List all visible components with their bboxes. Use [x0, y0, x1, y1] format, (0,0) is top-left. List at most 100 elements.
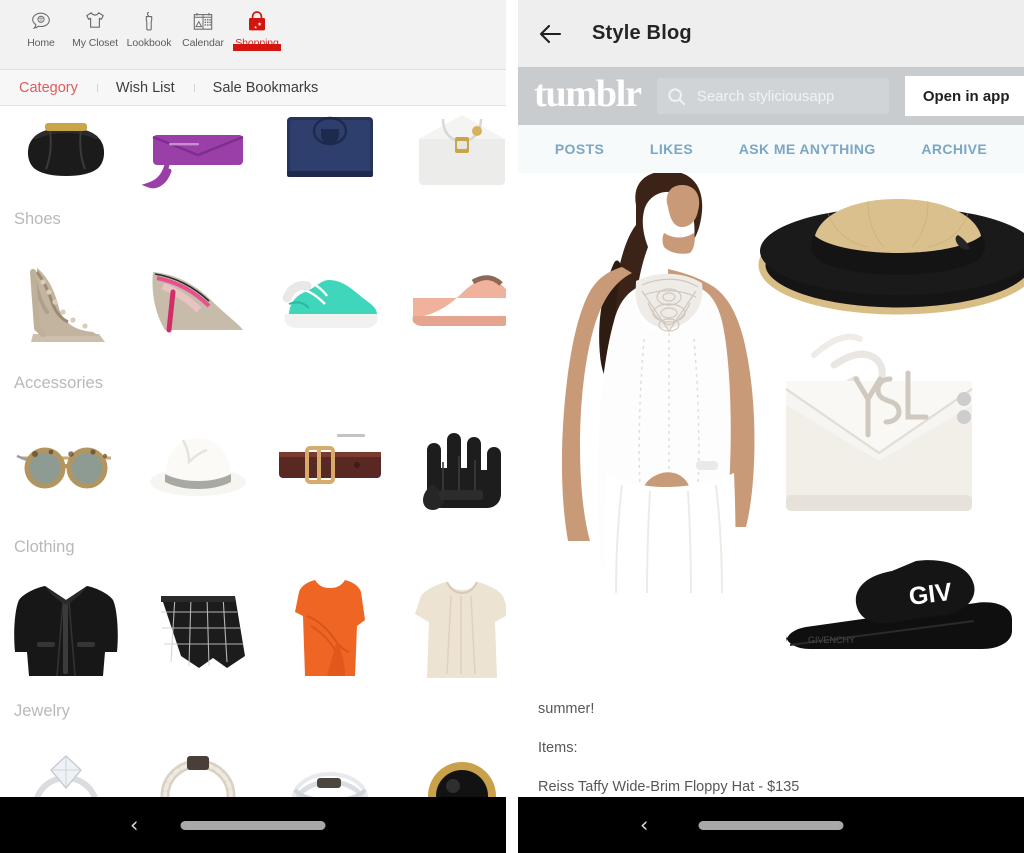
tumblr-logo[interactable]: tumblr [528, 75, 649, 117]
system-navigation-bar: ‹ [0, 797, 506, 853]
tab-wish-list[interactable]: Wish List [96, 80, 194, 96]
catalog-section-bags [0, 106, 506, 202]
home-cloud-icon [32, 12, 50, 29]
catalog-item-crystal-bangle-bracelet[interactable] [132, 730, 264, 797]
black-leather-gloves [423, 433, 501, 510]
system-back-button[interactable]: ‹ [640, 814, 648, 836]
catalog-item-glitter-strappy-heel[interactable] [0, 238, 132, 364]
catalog-item-black-gold-cocktail-ring[interactable] [396, 730, 506, 797]
tab-ask-me-anything[interactable]: ASK ME ANYTHING [739, 141, 876, 157]
system-home-indicator[interactable] [698, 820, 844, 830]
catalog-section-clothing: Clothing [0, 530, 506, 694]
white-panama-hat [150, 438, 246, 496]
catalog-section-title: Clothing [14, 538, 75, 556]
catalog-row [0, 564, 506, 694]
tab-likes[interactable]: LIKES [650, 141, 693, 157]
catalog-item-pave-stacked-ring[interactable] [264, 730, 396, 797]
catalog-item-blush-dorsay-flat[interactable] [396, 238, 506, 364]
nav-label: Home [27, 37, 55, 49]
white-satchel-bag [419, 115, 505, 185]
nav-label: Lookbook [126, 37, 172, 49]
tshirt-icon [86, 12, 104, 28]
catalog-scroll-area[interactable]: Shoes Accessories Clothing Jewelry [0, 106, 506, 797]
collage-canvas: GIV E GIVENCHY [518, 173, 1024, 693]
app-top-navigation: Home My Closet Lookbook Calendar [0, 0, 506, 70]
catalog-item-black-windowpane-skort[interactable] [132, 566, 264, 692]
catalog-row [0, 728, 506, 797]
tortoise-sunglasses [16, 447, 111, 489]
pave-stacked-ring [292, 772, 368, 797]
catalog-item-pink-pointed-pump[interactable] [132, 238, 264, 364]
catalog-tab-bar: Category Wish List Sale Bookmarks [0, 70, 506, 106]
left-phone-screen: Home My Closet Lookbook Calendar Categor… [0, 0, 506, 853]
nav-label: My Closet [72, 37, 118, 49]
blog-app-bar: Style Blog [518, 0, 1024, 67]
catalog-item-black-leather-biker-jacket[interactable] [0, 566, 132, 692]
glitter-strappy-heel [30, 268, 105, 342]
catalog-item-orange-ruched-dress[interactable] [264, 566, 396, 692]
catalog-item-black-hobo-handbag[interactable] [0, 106, 132, 202]
system-home-indicator[interactable] [180, 820, 326, 830]
mint-canvas-sneaker [282, 280, 378, 328]
right-phone-screen: Style Blog tumblr Search styliciousapp O… [518, 0, 1024, 853]
shopping-bag-icon [249, 11, 265, 31]
calendar-icon [193, 12, 213, 30]
catalog-section-shoes: Shoes [0, 202, 506, 366]
brown-leather-belt [279, 434, 381, 484]
system-navigation-bar: ‹ [518, 797, 1024, 853]
nav-item-home[interactable]: Home [14, 0, 68, 50]
blog-tab-bar: POSTS LIKES ASK ME ANYTHING ARCHIVE [518, 125, 1024, 173]
catalog-item-solitaire-diamond-ring[interactable] [0, 730, 132, 797]
catalog-item-navy-leather-wallet[interactable] [264, 106, 396, 202]
catalog-section-title: Jewelry [14, 702, 70, 720]
catalog-item-purple-wristlet-wallet[interactable] [132, 106, 264, 202]
solitaire-diamond-ring [34, 755, 98, 797]
catalog-item-mint-canvas-sneaker[interactable] [264, 238, 396, 364]
catalog-item-black-leather-gloves[interactable] [396, 402, 506, 528]
active-tab-indicator [233, 43, 281, 51]
catalog-row [0, 236, 506, 366]
tab-category[interactable]: Category [0, 80, 97, 96]
black-windowpane-skort [161, 595, 245, 668]
catalog-row [0, 106, 506, 202]
catalog-section-title: Accessories [14, 374, 103, 392]
black-leather-biker-jacket [14, 586, 118, 677]
catalog-item-white-panama-hat[interactable] [132, 402, 264, 528]
tumblr-header-bar: tumblr Search styliciousapp Open in app [518, 67, 1024, 125]
page-title: Style Blog [592, 22, 692, 44]
catalog-section-jewelry: Jewelry [0, 694, 506, 797]
tab-posts[interactable]: POSTS [555, 141, 604, 157]
screenshot-stage: Home My Closet Lookbook Calendar Categor… [0, 0, 1024, 853]
blush-dorsay-flat [412, 275, 506, 326]
catalog-item-white-satchel-bag[interactable] [396, 106, 506, 202]
catalog-item-cream-pleated-blouse[interactable] [396, 566, 506, 692]
tab-sale-bookmarks[interactable]: Sale Bookmarks [193, 80, 338, 96]
black-hobo-handbag [27, 123, 105, 176]
nav-item-shopping[interactable]: Shopping [230, 0, 284, 51]
cream-pleated-blouse [415, 581, 506, 678]
catalog-row [0, 400, 506, 530]
search-placeholder-text: Search styliciousapp [696, 87, 835, 105]
crystal-bangle-bracelet [160, 756, 236, 797]
nav-item-my-closet[interactable]: My Closet [68, 0, 122, 50]
nav-item-calendar[interactable]: Calendar [176, 0, 230, 50]
catalog-item-tortoise-sunglasses[interactable] [0, 402, 132, 528]
svg-text:GIV: GIV [907, 578, 953, 611]
search-input[interactable]: Search styliciousapp [656, 78, 889, 114]
nav-label: Calendar [182, 37, 224, 49]
post-items-label: Items: [538, 740, 578, 756]
catalog-section-accessories: Accessories [0, 366, 506, 530]
post-item-entry: Reiss Taffy Wide-Brim Floppy Hat - $135 [538, 779, 800, 795]
blog-post-body[interactable]: GIV E GIVENCHY summer! Items: Reiss Taff… [518, 173, 1024, 797]
open-in-app-button[interactable]: Open in app [904, 76, 1024, 116]
catalog-item-brown-leather-belt[interactable] [264, 402, 396, 528]
search-icon [668, 87, 685, 105]
nav-item-lookbook[interactable]: Lookbook [122, 0, 176, 50]
system-back-button[interactable]: ‹ [130, 814, 138, 836]
outfit-collage[interactable]: GIV E GIVENCHY [518, 173, 1024, 693]
navy-leather-wallet [287, 116, 373, 177]
arrow-left-icon[interactable] [536, 19, 566, 49]
purple-wristlet-wallet [141, 135, 244, 189]
svg-text:GIVENCHY: GIVENCHY [808, 635, 855, 645]
tab-archive[interactable]: ARCHIVE [921, 141, 987, 157]
